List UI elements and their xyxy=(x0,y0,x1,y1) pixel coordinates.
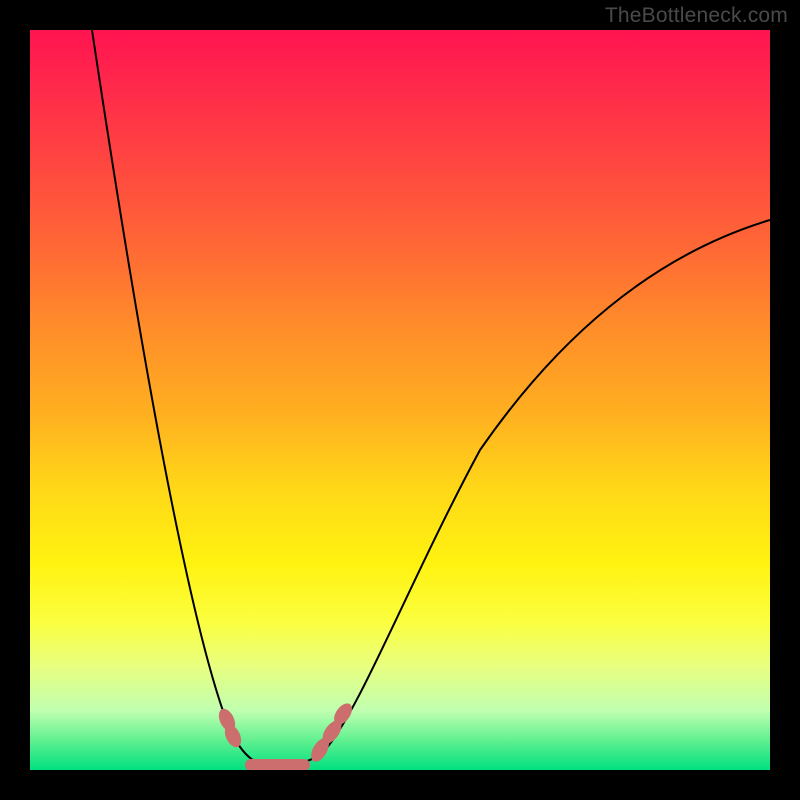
marker-bottom-bar xyxy=(245,759,310,770)
marker-group xyxy=(216,700,356,770)
watermark-text: TheBottleneck.com xyxy=(605,4,788,28)
bottleneck-curve xyxy=(92,30,770,765)
plot-area xyxy=(30,30,770,770)
chart-svg xyxy=(30,30,770,770)
